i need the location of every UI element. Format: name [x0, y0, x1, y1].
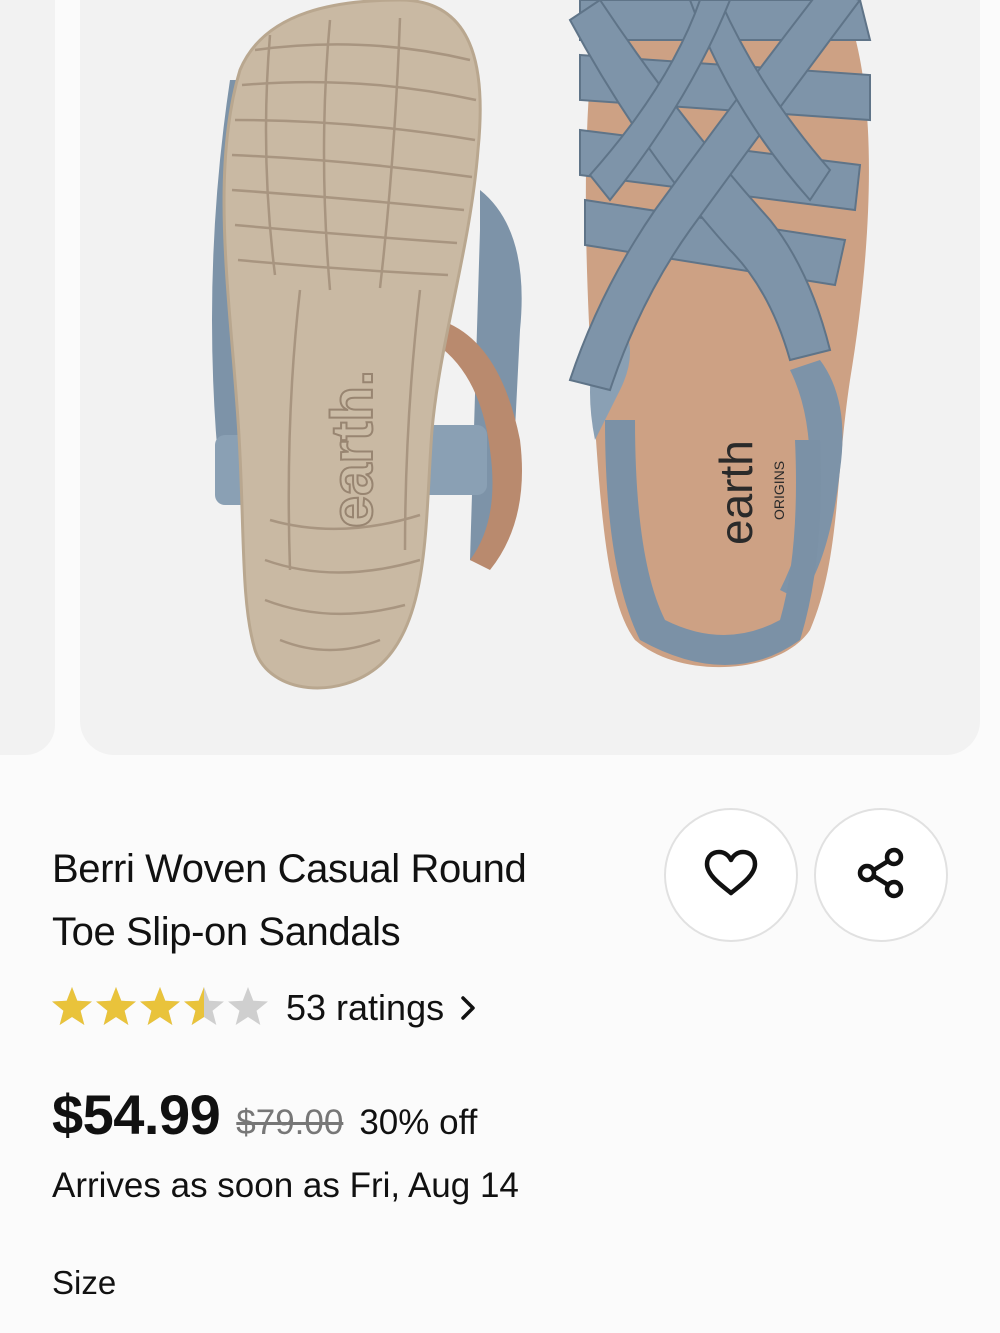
favorite-button[interactable] [664, 808, 798, 942]
ratings-link[interactable]: 53 ratings [286, 987, 476, 1029]
price-row: $54.99 $79.00 30% off [52, 1082, 477, 1147]
star-filled [52, 987, 92, 1025]
sale-price: $54.99 [52, 1083, 221, 1146]
original-price: $79.00 [236, 1103, 344, 1142]
sandal-top-view: earth ORIGINS [568, 0, 872, 668]
insole-brand-text: earth [710, 440, 762, 545]
delivery-estimate: Arrives as soon as Fri, Aug 14 [52, 1166, 519, 1205]
share-button[interactable] [814, 808, 948, 942]
ratings-count: 53 ratings [286, 987, 445, 1028]
product-image-card[interactable]: earth. earth ORIGINS [80, 0, 980, 755]
discount-label: 30% off [359, 1103, 478, 1142]
insole-sub-text: ORIGINS [771, 461, 787, 520]
product-title-line-1: Berri Woven Casual Round [52, 847, 527, 891]
previous-image-card[interactable] [0, 0, 55, 755]
sandal-photo: earth. earth ORIGINS [212, 0, 872, 690]
size-label: Size [52, 1264, 117, 1301]
product-title-line-2: Toe Slip-on Sandals [52, 910, 401, 954]
share-icon [854, 846, 908, 905]
product-title: Berri Woven Casual Round Toe Slip-on San… [52, 838, 612, 964]
heart-icon [704, 849, 758, 902]
star-rating [52, 986, 270, 1030]
product-image-gallery[interactable]: earth. earth ORIGINS [0, 0, 1000, 758]
star-filled [96, 987, 136, 1025]
sandal-sole-view: earth. [212, 0, 522, 690]
star-filled [140, 987, 180, 1025]
rating-row: 53 ratings [52, 978, 476, 1038]
sole-brand-text: earth. [320, 370, 385, 528]
chevron-right-icon [460, 995, 476, 1021]
star-empty [228, 987, 268, 1025]
